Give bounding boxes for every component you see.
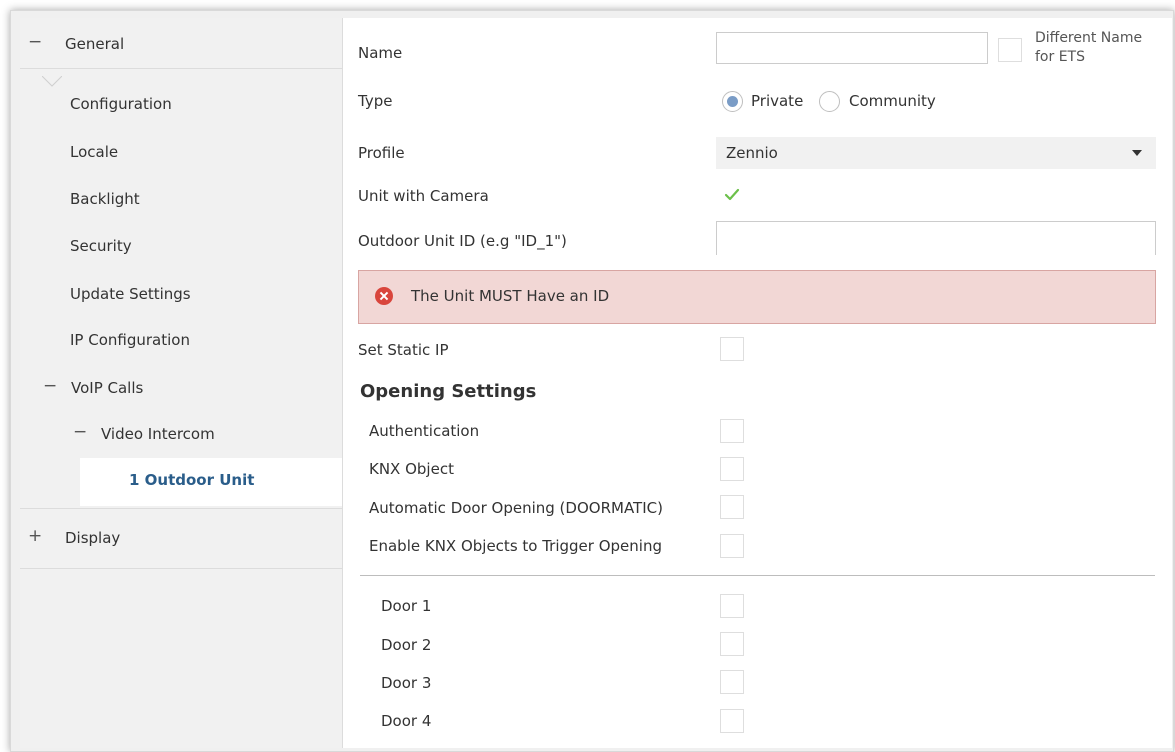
authentication-label: Authentication: [369, 422, 480, 440]
door-1-checkbox[interactable]: [720, 594, 744, 618]
sidebar-item-display[interactable]: + Display: [20, 518, 342, 558]
collapse-icon[interactable]: −: [73, 422, 87, 442]
sidebar-item-ip-configuration[interactable]: IP Configuration: [20, 320, 342, 360]
sidebar-item-label: Locale: [70, 143, 119, 161]
sidebar: − General Configuration Locale Backlight…: [20, 18, 343, 748]
doormatic-checkbox[interactable]: [720, 495, 744, 519]
sidebar-item-label: IP Configuration: [70, 331, 190, 349]
chevron-down-icon: [1132, 150, 1142, 156]
different-name-checkbox[interactable]: [998, 38, 1022, 62]
different-name-label: Different Name for ETS: [1035, 30, 1143, 65]
outdoor-id-label: Outdoor Unit ID (e.g "ID_1"): [358, 232, 567, 250]
sidebar-divider: [20, 568, 342, 569]
sidebar-item-label: Backlight: [70, 190, 140, 208]
outdoor-id-input[interactable]: [716, 221, 1156, 255]
door-3-label: Door 3: [381, 674, 432, 692]
knx-object-label: KNX Object: [369, 460, 454, 478]
sidebar-item-video-intercom[interactable]: − Video Intercom: [20, 414, 342, 454]
checkmark-icon[interactable]: [724, 187, 740, 203]
sidebar-divider: [20, 508, 342, 509]
static-ip-checkbox[interactable]: [720, 337, 744, 361]
knx-trigger-label: Enable KNX Objects to Trigger Opening: [369, 537, 662, 555]
knx-object-checkbox[interactable]: [720, 457, 744, 481]
profile-label: Profile: [358, 144, 405, 162]
sidebar-item-label: Security: [70, 237, 132, 255]
sidebar-item-general[interactable]: − General: [20, 24, 342, 64]
door-3-checkbox[interactable]: [720, 670, 744, 694]
type-community-radio[interactable]: [819, 91, 840, 112]
collapse-icon[interactable]: −: [28, 32, 42, 52]
collapse-icon[interactable]: −: [43, 376, 57, 396]
type-private-radio[interactable]: [722, 91, 743, 112]
sidebar-item-label: Update Settings: [70, 285, 191, 303]
sidebar-item-label: VoIP Calls: [71, 379, 144, 397]
sidebar-item-label: Video Intercom: [101, 425, 215, 443]
sidebar-item-label: Display: [65, 529, 121, 547]
sidebar-item-label: General: [65, 35, 125, 53]
authentication-checkbox[interactable]: [720, 419, 744, 443]
door-4-label: Door 4: [381, 712, 432, 730]
doormatic-label: Automatic Door Opening (DOORMATIC): [369, 499, 663, 517]
sidebar-item-update-settings[interactable]: Update Settings: [20, 274, 342, 314]
opening-settings-title: Opening Settings: [360, 381, 537, 402]
sidebar-item-label: Configuration: [70, 95, 172, 113]
sidebar-item-outdoor-unit[interactable]: 1 Outdoor Unit: [80, 458, 342, 506]
profile-select-value: Zennio: [726, 144, 778, 162]
error-message: The Unit MUST Have an ID: [358, 270, 1156, 324]
door-4-checkbox[interactable]: [720, 709, 744, 733]
sidebar-item-backlight[interactable]: Backlight: [20, 179, 342, 219]
error-text: The Unit MUST Have an ID: [411, 287, 610, 305]
name-input[interactable]: [716, 32, 988, 64]
camera-label: Unit with Camera: [358, 187, 489, 205]
profile-select[interactable]: Zennio: [716, 137, 1156, 169]
sidebar-divider: [20, 68, 342, 69]
sidebar-item-voip-calls[interactable]: − VoIP Calls: [20, 368, 342, 408]
section-divider: [360, 575, 1155, 576]
door-2-checkbox[interactable]: [720, 632, 744, 656]
sidebar-item-label: 1 Outdoor Unit: [129, 471, 255, 489]
error-circle-x-icon: [375, 287, 393, 305]
name-label: Name: [358, 44, 403, 62]
type-label: Type: [358, 92, 393, 110]
expand-icon[interactable]: +: [28, 526, 42, 546]
sidebar-item-locale[interactable]: Locale: [20, 132, 342, 172]
door-1-label: Door 1: [381, 597, 432, 615]
sidebar-item-security[interactable]: Security: [20, 226, 342, 266]
type-community-label: Community: [849, 92, 936, 110]
sidebar-item-configuration[interactable]: Configuration: [20, 84, 342, 124]
door-2-label: Door 2: [381, 636, 432, 654]
knx-trigger-checkbox[interactable]: [720, 534, 744, 558]
static-ip-label: Set Static IP: [358, 341, 449, 359]
type-private-label: Private: [751, 92, 804, 110]
